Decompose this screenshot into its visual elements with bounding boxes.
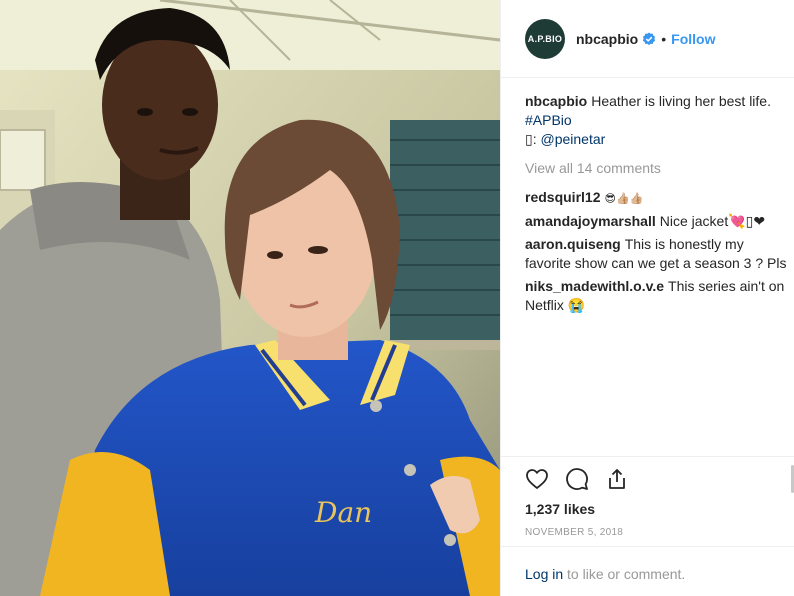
login-prompt: Log in to like or comment. <box>501 546 794 596</box>
view-all-comments-link[interactable]: View all 14 comments <box>525 159 787 178</box>
post-side-panel: A.P.BIO nbcapbio • Follow nbcapbio Heathe… <box>500 0 794 596</box>
comment-item: aaron.quiseng This is honestly my favorit… <box>525 235 787 273</box>
comment-item: niks_madewithl.o.v.e This series ain't on… <box>525 277 787 315</box>
follow-button[interactable]: Follow <box>671 31 715 47</box>
post-actions-section: 1,237 likes NOVEMBER 5, 2018 <box>501 456 794 538</box>
avatar[interactable]: A.P.BIO <box>525 18 565 59</box>
action-bar <box>525 467 629 491</box>
verified-badge-icon <box>643 32 656 45</box>
caption-username[interactable]: nbcapbio <box>525 93 587 109</box>
comment-text: 😎👍🏼👍🏼 <box>604 192 644 205</box>
caption-hashtag[interactable]: #APBio <box>525 112 572 128</box>
comments-list: nbcapbio Heather is living her best life.… <box>525 92 787 319</box>
post-header: A.P.BIO nbcapbio • Follow <box>501 0 794 78</box>
comment-icon[interactable] <box>565 467 589 491</box>
heart-icon[interactable] <box>525 467 549 491</box>
caption-credit-handle[interactable]: @peinetar <box>540 131 605 147</box>
post-photo-illustration: Dan <box>0 0 500 596</box>
header-username[interactable]: nbcapbio <box>576 31 638 47</box>
post-photo[interactable]: Dan <box>0 0 500 596</box>
comment-username[interactable]: redsquirl12 <box>525 189 600 205</box>
header-separator: • <box>661 30 667 47</box>
comment-item: amandajoymarshall Nice jacket💘▯❤ <box>525 212 787 231</box>
comment-text: Nice jacket💘▯❤ <box>659 213 766 229</box>
comment-username[interactable]: niks_madewithl.o.v.e <box>525 278 664 294</box>
post-date[interactable]: NOVEMBER 5, 2018 <box>525 527 623 538</box>
share-icon[interactable] <box>605 467 629 491</box>
likes-count[interactable]: 1,237 likes <box>525 501 595 517</box>
comment-username[interactable]: aaron.quiseng <box>525 236 621 252</box>
comment-item: redsquirl12 😎👍🏼👍🏼 <box>525 188 787 208</box>
post-caption: nbcapbio Heather is living her best life.… <box>525 92 787 149</box>
caption-credit-prefix: ▯: <box>525 131 541 147</box>
caption-text: Heather is living her best life. <box>591 93 771 109</box>
comment-username[interactable]: amandajoymarshall <box>525 213 656 229</box>
login-link[interactable]: Log in <box>525 566 563 582</box>
jacket-name-text: Dan <box>314 496 372 529</box>
login-prompt-text: to like or comment. <box>567 566 686 582</box>
